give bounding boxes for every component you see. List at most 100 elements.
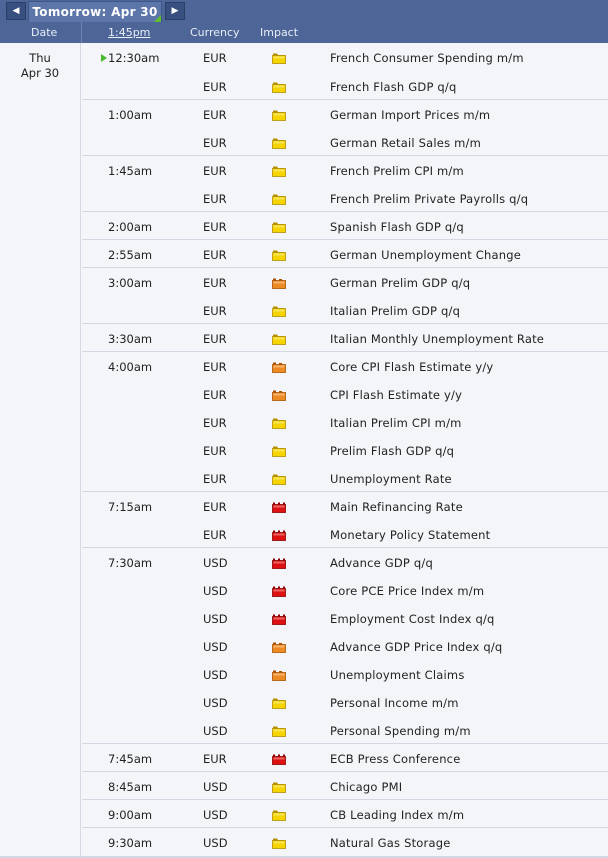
event-title[interactable]: French Flash GDP q/q [330,80,457,94]
event-row[interactable]: 7:30am USD Advance GDP q/q [82,547,608,575]
event-row[interactable]: 8:45am USD Chicago PMI [82,771,608,799]
impact-medium-folder-icon[interactable] [272,390,286,401]
event-row[interactable]: EUR Monetary Policy Statement [82,519,608,547]
day-tab-label: Tomorrow: Apr 30 [32,5,158,19]
event-title[interactable]: German Import Prices m/m [330,108,490,122]
event-row[interactable]: USD Employment Cost Index q/q [82,603,608,631]
event-title[interactable]: Spanish Flash GDP q/q [330,220,464,234]
event-title[interactable]: German Retail Sales m/m [330,136,481,150]
event-currency: EUR [203,388,227,402]
event-title[interactable]: French Prelim Private Payrolls q/q [330,192,528,206]
event-title[interactable]: Unemployment Claims [330,668,465,682]
event-title[interactable]: Advance GDP q/q [330,556,433,570]
impact-low-folder-icon[interactable] [272,838,286,849]
event-title[interactable]: German Prelim GDP q/q [330,276,470,290]
impact-high-folder-icon[interactable] [272,586,286,597]
impact-low-folder-icon[interactable] [272,250,286,261]
event-title[interactable]: Unemployment Rate [330,472,452,486]
event-title[interactable]: CB Leading Index m/m [330,808,464,822]
event-title[interactable]: ECB Press Conference [330,752,460,766]
event-title[interactable]: Chicago PMI [330,780,402,794]
event-row[interactable]: 2:00am EUR Spanish Flash GDP q/q [82,211,608,239]
impact-low-folder-icon[interactable] [272,194,286,205]
impact-medium-folder-icon[interactable] [272,670,286,681]
impact-low-folder-icon[interactable] [272,306,286,317]
event-title[interactable]: Personal Income m/m [330,696,459,710]
event-row[interactable]: 12:30am EUR French Consumer Spending m/m [82,43,608,71]
event-title[interactable]: French Consumer Spending m/m [330,51,524,65]
event-currency: USD [203,836,228,850]
event-row[interactable]: USD Core PCE Price Index m/m [82,575,608,603]
event-title[interactable]: Advance GDP Price Index q/q [330,640,502,654]
event-time: 7:15am [108,500,153,514]
event-title[interactable]: Italian Prelim GDP q/q [330,304,460,318]
event-row[interactable]: 7:15am EUR Main Refinancing Rate [82,491,608,519]
impact-high-folder-icon[interactable] [272,558,286,569]
event-row[interactable]: 2:55am EUR German Unemployment Change [82,239,608,267]
event-title[interactable]: Core PCE Price Index m/m [330,584,484,598]
impact-low-folder-icon[interactable] [272,474,286,485]
event-row[interactable]: 9:00am USD CB Leading Index m/m [82,799,608,827]
impact-low-folder-icon[interactable] [272,110,286,121]
impact-low-folder-icon[interactable] [272,334,286,345]
event-row[interactable]: 1:00am EUR German Import Prices m/m [82,99,608,127]
impact-low-folder-icon[interactable] [272,138,286,149]
event-row[interactable]: EUR Unemployment Rate [82,463,608,491]
impact-low-folder-icon[interactable] [272,810,286,821]
event-row[interactable]: EUR French Flash GDP q/q [82,71,608,99]
impact-high-folder-icon[interactable] [272,530,286,541]
event-currency: EUR [203,80,227,94]
impact-low-folder-icon[interactable] [272,446,286,457]
event-title[interactable]: Italian Monthly Unemployment Rate [330,332,544,346]
event-row[interactable]: 7:45am EUR ECB Press Conference [82,743,608,771]
event-title[interactable]: Main Refinancing Rate [330,500,463,514]
impact-low-folder-icon[interactable] [272,222,286,233]
impact-low-folder-icon[interactable] [272,782,286,793]
event-title[interactable]: CPI Flash Estimate y/y [330,388,462,402]
event-row[interactable]: 3:30am EUR Italian Monthly Unemployment Ra… [82,323,608,351]
day-tab[interactable]: Tomorrow: Apr 30 [28,1,162,22]
impact-medium-folder-icon[interactable] [272,362,286,373]
event-row[interactable]: EUR CPI Flash Estimate y/y [82,379,608,407]
date-cell: Thu Apr 30 [0,43,81,857]
impact-high-folder-icon[interactable] [272,502,286,513]
prev-day-button[interactable]: ◀ [6,2,26,20]
event-row[interactable]: EUR Italian Prelim CPI m/m [82,407,608,435]
event-row[interactable]: 4:00am EUR Core CPI Flash Estimate y/y [82,351,608,379]
event-row[interactable]: EUR German Retail Sales m/m [82,127,608,155]
date-day: Apr 30 [20,66,60,80]
impact-low-folder-icon[interactable] [272,82,286,93]
impact-medium-folder-icon[interactable] [272,278,286,289]
event-row[interactable]: 9:30am USD Natural Gas Storage [82,827,608,855]
event-title[interactable]: Italian Prelim CPI m/m [330,416,462,430]
event-title[interactable]: Prelim Flash GDP q/q [330,444,454,458]
event-row[interactable]: EUR Italian Prelim GDP q/q [82,295,608,323]
event-time: 3:30am [108,332,153,346]
event-title[interactable]: Natural Gas Storage [330,836,450,850]
event-title[interactable]: French Prelim CPI m/m [330,164,464,178]
event-title[interactable]: Employment Cost Index q/q [330,612,495,626]
event-row[interactable]: 1:45am EUR French Prelim CPI m/m [82,155,608,183]
impact-low-folder-icon[interactable] [272,166,286,177]
event-title[interactable]: German Unemployment Change [330,248,521,262]
event-title[interactable]: Monetary Policy Statement [330,528,490,542]
event-row[interactable]: USD Personal Income m/m [82,687,608,715]
next-day-button[interactable]: ▶ [165,2,185,20]
current-time-link[interactable]: 1:45pm [108,26,150,39]
impact-low-folder-icon[interactable] [272,53,286,64]
event-row[interactable]: USD Advance GDP Price Index q/q [82,631,608,659]
impact-high-folder-icon[interactable] [272,614,286,625]
impact-low-folder-icon[interactable] [272,698,286,709]
event-row[interactable]: USD Unemployment Claims [82,659,608,687]
event-title[interactable]: Core CPI Flash Estimate y/y [330,360,493,374]
event-row[interactable]: EUR French Prelim Private Payrolls q/q [82,183,608,211]
impact-high-folder-icon[interactable] [272,754,286,765]
event-row[interactable]: EUR Prelim Flash GDP q/q [82,435,608,463]
event-title[interactable]: Personal Spending m/m [330,724,471,738]
event-currency: EUR [203,444,227,458]
event-row[interactable]: USD Personal Spending m/m [82,715,608,743]
event-row[interactable]: 3:00am EUR German Prelim GDP q/q [82,267,608,295]
impact-low-folder-icon[interactable] [272,726,286,737]
impact-medium-folder-icon[interactable] [272,642,286,653]
impact-low-folder-icon[interactable] [272,418,286,429]
